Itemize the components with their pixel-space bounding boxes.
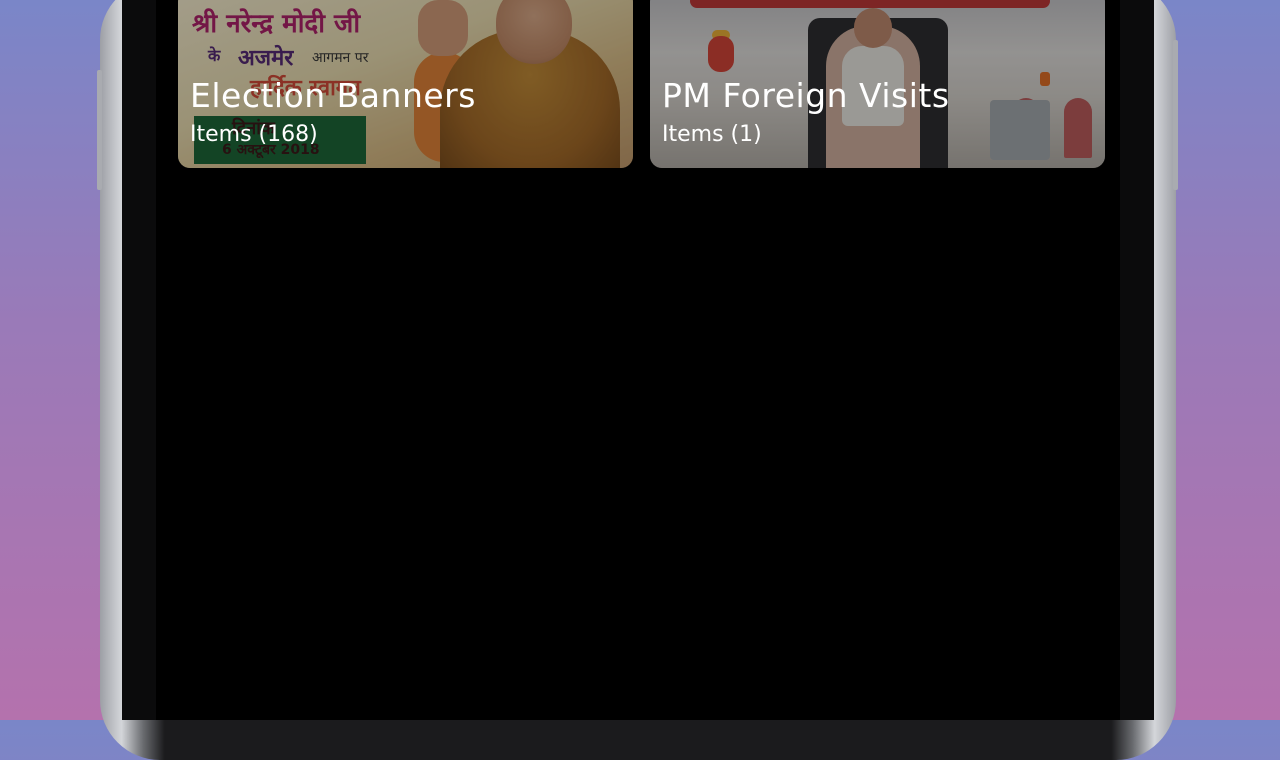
phone-side-button-right — [1173, 40, 1178, 190]
category-item-count: Items (168) — [190, 122, 318, 147]
category-title: PM Foreign Visits — [662, 76, 950, 115]
app-screen: श्री नरेन्द्र मोदी जी के अजमेर आगमन पर ह… — [156, 0, 1120, 720]
screen-bezel-left — [122, 0, 156, 720]
category-card-pm-foreign-visits[interactable]: PM Foreign Visits Items (1) — [650, 0, 1105, 168]
screen-bezel-right — [1120, 0, 1154, 720]
phone-side-button-left — [97, 70, 102, 190]
category-item-count: Items (1) — [662, 122, 762, 147]
category-title: Election Banners — [190, 76, 476, 115]
category-card-election-banners[interactable]: श्री नरेन्द्र मोदी जी के अजमेर आगमन पर ह… — [178, 0, 633, 168]
